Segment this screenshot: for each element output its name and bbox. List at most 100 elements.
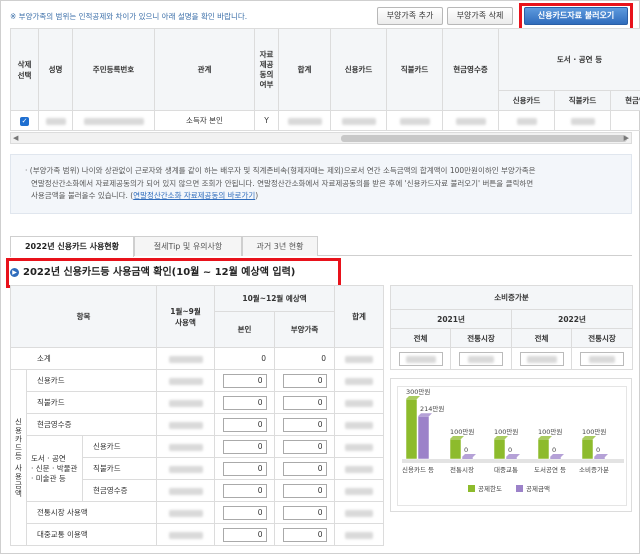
tab-tips[interactable]: 절세Tip 및 유의사항 xyxy=(134,236,242,256)
self-input[interactable]: 0 xyxy=(222,417,267,432)
tab-usage-2022[interactable]: 2022년 신용카드 사용현황 xyxy=(10,236,134,257)
self-input[interactable]: 0 xyxy=(222,395,267,410)
info-line-3: 사용금액을 불러올수 있습니다. (연말정산간소화 자료제공동의 바로가기) xyxy=(31,191,259,200)
row-self-input[interactable]: 0 xyxy=(214,413,275,436)
info-line-2: 연말정산간소화에서 자료제공동의가 되어 있지 않으면 조회가 안됩니다. 연말… xyxy=(31,178,534,188)
row-sum xyxy=(334,435,384,458)
input-2021-total[interactable] xyxy=(390,347,451,370)
row-self-input[interactable]: 0 xyxy=(214,479,275,502)
dependent-input[interactable]: 0 xyxy=(282,373,327,388)
row-dependent-input[interactable]: 0 xyxy=(274,391,335,414)
chart-bar-top xyxy=(550,454,564,457)
row-label: 현금영수증 xyxy=(82,479,157,502)
chart-value-label: 100만원 xyxy=(538,427,562,436)
group-label: 신용카드등 사용금액 xyxy=(10,369,27,546)
row-label: 신용카드 xyxy=(82,435,157,458)
self-input[interactable]: 0 xyxy=(222,373,267,388)
sub-col-debit: 직불카드 xyxy=(554,90,611,111)
col-provided: 자료 제공 동의 여부 xyxy=(254,28,279,111)
legend-swatch-amount xyxy=(516,485,523,492)
chart-value-label: 300만원 xyxy=(406,387,430,396)
input-2021-market[interactable] xyxy=(450,347,512,370)
table-row: 대중교통 이용액 0 0 xyxy=(11,523,384,546)
culture-label: 도서 · 공연 · 신문 · 박물관 · 미술관 등 xyxy=(26,435,83,502)
dependent-input[interactable]: 0 xyxy=(282,395,327,410)
dependent-input[interactable]: 0 xyxy=(282,483,327,498)
chart-value-label: 0 xyxy=(596,446,600,454)
chart-bar xyxy=(405,398,418,460)
col-2021-total: 전체 xyxy=(390,328,451,348)
chart-bar xyxy=(417,415,430,460)
col-credit: 신용카드 xyxy=(330,28,387,111)
row-self-input[interactable]: 0 xyxy=(214,501,275,524)
scrollbar-thumb[interactable] xyxy=(341,135,627,142)
chart-value-label: 0 xyxy=(552,446,556,454)
col-self: 본인 xyxy=(214,311,275,348)
chart-bar-top xyxy=(582,436,596,439)
col-culture: 전 도서 · 공연 등 xyxy=(497,28,640,91)
row-dependent-input[interactable]: 0 xyxy=(274,413,335,436)
row-dependent-input[interactable]: 0 xyxy=(274,369,335,392)
add-dependent-button[interactable]: 부양가족 추가 xyxy=(377,7,443,25)
col-total: 합계 xyxy=(278,28,331,111)
col-2021-market: 전통시장 xyxy=(450,328,512,348)
legend-label-limit: 공제한도 xyxy=(478,485,502,493)
table-row: 전통시장 사용액 0 0 xyxy=(11,501,384,524)
deduction-chart: 300만원 214만원 신용카드 등 100만원 0 전통시장 100만원 0 대중교통 100만… xyxy=(390,378,632,512)
field-2022-total[interactable] xyxy=(519,351,564,366)
chart-category-label: 신용카드 등 xyxy=(402,465,434,474)
col-debit: 직불카드 xyxy=(386,28,443,111)
chart-svg: 300만원 214만원신용카드 등 100만원 0 전통시장 100만원 0 대중교통 100만… xyxy=(402,387,624,493)
row-self-input[interactable]: 0 xyxy=(214,523,275,546)
chart-category-label: 대중교통 xyxy=(494,466,518,474)
dependent-input[interactable]: 0 xyxy=(282,527,327,542)
row-self-input[interactable]: 0 xyxy=(214,369,275,392)
row-used xyxy=(156,347,215,370)
row-sum xyxy=(334,457,384,480)
self-input[interactable]: 0 xyxy=(222,461,267,476)
checkbox-checked-icon[interactable]: ✓ xyxy=(20,116,29,126)
field-2021-market[interactable] xyxy=(459,351,503,366)
row-checkbox[interactable]: ✓ xyxy=(10,110,39,131)
col-sum: 합계 xyxy=(334,285,384,348)
field-2022-market[interactable] xyxy=(580,351,624,366)
self-input[interactable]: 0 xyxy=(222,483,267,498)
row-dependent-input[interactable]: 0 xyxy=(274,501,335,524)
self-input[interactable]: 0 xyxy=(222,527,267,542)
dependent-input[interactable]: 0 xyxy=(282,417,327,432)
row-total xyxy=(278,110,331,131)
row-self-input[interactable]: 0 xyxy=(214,435,275,458)
row-label: 직불카드 xyxy=(26,391,157,414)
row-self: 0 xyxy=(214,347,275,370)
scroll-right-icon[interactable]: ▶ xyxy=(624,133,629,143)
row-sum xyxy=(334,523,384,546)
self-input[interactable]: 0 xyxy=(222,439,267,454)
row-dependent-input[interactable]: 0 xyxy=(274,435,335,458)
delete-dependent-button[interactable]: 부양가족 삭제 xyxy=(447,7,513,25)
chart-bar-top xyxy=(418,413,432,417)
row-dependent-input[interactable]: 0 xyxy=(274,479,335,502)
scroll-left-icon[interactable]: ◀ xyxy=(13,133,18,143)
self-input[interactable]: 0 xyxy=(222,505,267,520)
horizontal-scrollbar[interactable]: ◀ ▶ xyxy=(10,132,632,144)
input-2022-total[interactable] xyxy=(511,347,572,370)
chart-bar-top xyxy=(462,454,476,457)
chart-category-label: 소비증가분 xyxy=(579,465,609,474)
dependent-input[interactable]: 0 xyxy=(282,505,327,520)
consent-link[interactable]: 연말정산간소화 자료제공동의 바로가기 xyxy=(133,191,255,200)
row-relation: 소득자 본인 xyxy=(154,110,255,131)
tab-past-3-years[interactable]: 과거 3년 현황 xyxy=(242,236,318,256)
field-2021-total[interactable] xyxy=(398,351,443,366)
col-rrn: 주민등록번호 xyxy=(72,28,155,111)
input-2022-market[interactable] xyxy=(571,347,633,370)
dependent-input[interactable]: 0 xyxy=(282,439,327,454)
row-dependent-input[interactable]: 0 xyxy=(274,523,335,546)
dependent-input[interactable]: 0 xyxy=(282,461,327,476)
row-self-input[interactable]: 0 xyxy=(214,391,275,414)
chart-bar xyxy=(537,438,550,460)
col-item: 항목 xyxy=(10,285,157,348)
consumption-increase-table: 소비증가분 2021년 2022년 전체 전통시장 전체 전통시장 xyxy=(390,285,633,370)
row-self-input[interactable]: 0 xyxy=(214,457,275,480)
row-dependent-input[interactable]: 0 xyxy=(274,457,335,480)
dependents-table: 삭제 선택 성명 주민등록번호 관계 자료 제공 동의 여부 합계 신용카드 직… xyxy=(10,28,640,131)
